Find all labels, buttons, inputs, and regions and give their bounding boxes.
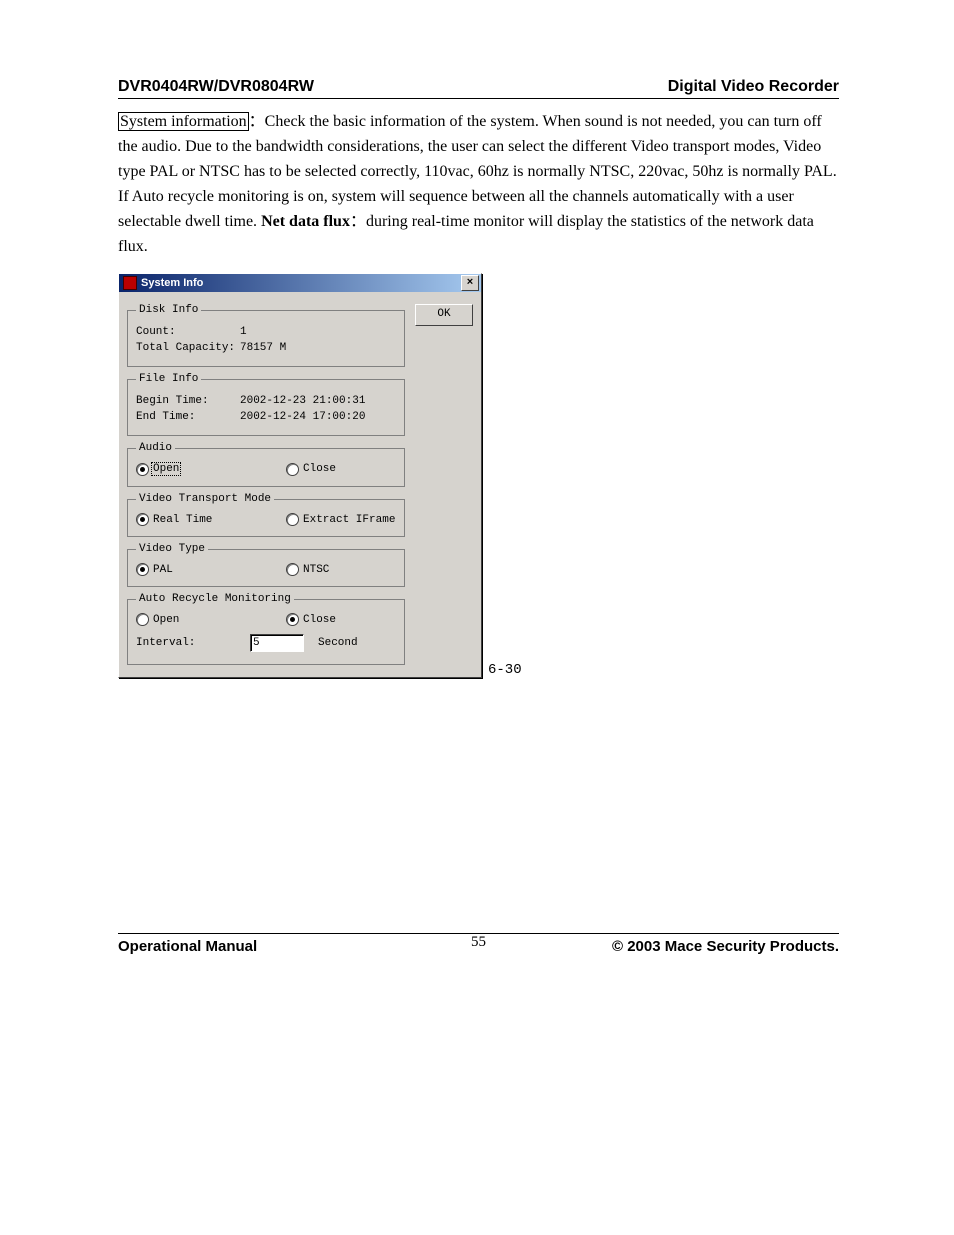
- colon: ：: [350, 213, 366, 230]
- audio-legend: Audio: [136, 442, 175, 454]
- interval-label: Interval:: [136, 637, 246, 649]
- video-transport-mode-group: Video Transport Mode Real Time Extract I…: [127, 493, 405, 537]
- file-info-legend: File Info: [136, 373, 201, 385]
- auto-recycle-legend: Auto Recycle Monitoring: [136, 593, 294, 605]
- begin-time-value: 2002-12-23 21:00:31: [240, 395, 365, 407]
- video-type-group: Video Type PAL NTSC: [127, 543, 405, 587]
- interval-input[interactable]: 5: [250, 634, 304, 652]
- auto-recycle-group: Auto Recycle Monitoring Open Close: [127, 593, 405, 665]
- count-value: 1: [240, 326, 247, 338]
- audio-group: Audio Open Close: [127, 442, 405, 487]
- figure-caption: 6-30: [488, 662, 522, 678]
- end-time-label: End Time:: [136, 411, 236, 423]
- video-type-pal-radio[interactable]: PAL: [136, 563, 246, 576]
- audio-close-label: Close: [303, 463, 336, 475]
- net-data-flux-label: Net data flux: [261, 213, 350, 230]
- audio-open-radio[interactable]: Open: [136, 462, 246, 476]
- count-label: Count:: [136, 326, 236, 338]
- video-type-legend: Video Type: [136, 543, 208, 555]
- video-type-ntsc-radio[interactable]: NTSC: [286, 563, 396, 576]
- radio-icon: [136, 613, 149, 626]
- header-right: Digital Video Recorder: [668, 78, 839, 96]
- file-info-group: File Info Begin Time: 2002-12-23 21:00:3…: [127, 373, 405, 436]
- footer-page-number: 55: [471, 934, 486, 951]
- ok-button[interactable]: OK: [415, 304, 473, 326]
- vtm-extract-label: Extract IFrame: [303, 514, 395, 526]
- radio-icon: [136, 463, 149, 476]
- radio-icon: [136, 513, 149, 526]
- footer-right: © 2003 Mace Security Products.: [612, 938, 839, 955]
- radio-icon: [286, 463, 299, 476]
- vtm-legend: Video Transport Mode: [136, 493, 274, 505]
- audio-close-radio[interactable]: Close: [286, 462, 396, 476]
- capacity-label: Total Capacity:: [136, 342, 236, 354]
- video-type-pal-label: PAL: [153, 564, 173, 576]
- arm-open-label: Open: [153, 614, 179, 626]
- arm-close-radio[interactable]: Close: [286, 613, 396, 626]
- interval-unit: Second: [318, 637, 358, 649]
- dialog-title: System Info: [141, 277, 203, 289]
- app-icon: [123, 276, 137, 290]
- disk-info-group: Disk Info Count: 1 Total Capacity: 78157…: [127, 304, 405, 367]
- radio-icon: [286, 513, 299, 526]
- colon: ：: [249, 113, 265, 130]
- page-header: DVR0404RW/DVR0804RW Digital Video Record…: [118, 78, 839, 99]
- end-time-value: 2002-12-24 17:00:20: [240, 411, 365, 423]
- capacity-value: 78157 M: [240, 342, 286, 354]
- vtm-realtime-label: Real Time: [153, 514, 212, 526]
- titlebar[interactable]: System Info ×: [119, 274, 481, 292]
- disk-info-legend: Disk Info: [136, 304, 201, 316]
- audio-open-label: Open: [151, 462, 181, 476]
- page-footer: Operational Manual 55 © 2003 Mace Securi…: [118, 933, 839, 955]
- system-info-dialog: System Info × Disk Info Count: 1 To: [118, 273, 482, 678]
- radio-icon: [136, 563, 149, 576]
- body-paragraph: System information：Check the basic infor…: [118, 109, 839, 259]
- radio-icon: [286, 563, 299, 576]
- vtm-extract-radio[interactable]: Extract IFrame: [286, 513, 396, 526]
- footer-left: Operational Manual: [118, 938, 257, 955]
- vtm-realtime-radio[interactable]: Real Time: [136, 513, 246, 526]
- arm-close-label: Close: [303, 614, 336, 626]
- close-button[interactable]: ×: [461, 275, 479, 291]
- radio-icon: [286, 613, 299, 626]
- video-type-ntsc-label: NTSC: [303, 564, 329, 576]
- header-left: DVR0404RW/DVR0804RW: [118, 78, 314, 96]
- arm-open-radio[interactable]: Open: [136, 613, 246, 626]
- close-icon: ×: [467, 276, 473, 288]
- begin-time-label: Begin Time:: [136, 395, 236, 407]
- system-information-label: System information: [118, 112, 249, 131]
